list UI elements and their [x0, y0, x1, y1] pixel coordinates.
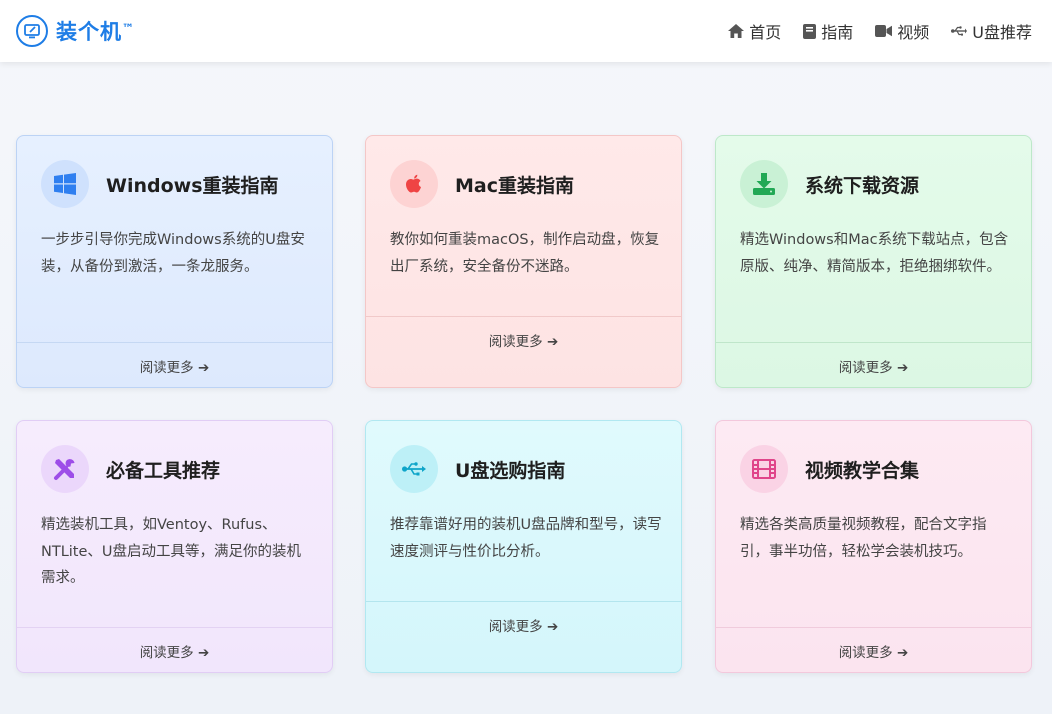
card-system-downloads[interactable]: 系统下载资源 精选Windows和Mac系统下载站点，包含原版、纯净、精简版本，…	[715, 135, 1032, 388]
tools-icon	[41, 445, 89, 493]
read-more-label: 阅读更多 ➔	[838, 360, 909, 376]
card-description: 一步步引导你完成Windows系统的U盘安装，从备份到激活，一条龙服务。	[41, 232, 305, 275]
read-more-link[interactable]: 阅读更多 ➔	[17, 342, 332, 387]
read-more-label: 阅读更多 ➔	[838, 645, 909, 661]
book-icon	[803, 23, 817, 39]
card-title: 视频教学合集	[805, 459, 920, 482]
home-icon	[728, 24, 745, 38]
usb-icon	[951, 26, 968, 36]
card-description: 精选Windows和Mac系统下载站点，包含原版、纯净、精简版本，拒绝捆绑软件。	[740, 232, 1009, 275]
card-title: U盘选购指南	[455, 459, 566, 482]
download-icon	[740, 160, 788, 208]
nav-item-guide[interactable]: 指南	[803, 19, 853, 43]
brand-logo-link[interactable]: 装个机™	[16, 15, 134, 47]
read-more-label: 阅读更多 ➔	[139, 645, 210, 661]
read-more-link[interactable]: 阅读更多 ➔	[17, 627, 332, 672]
nav-label: 指南	[821, 23, 854, 42]
read-more-link[interactable]: 阅读更多 ➔	[716, 627, 1031, 672]
card-title: Windows重装指南	[106, 174, 279, 197]
card-video-tutorials[interactable]: 视频教学合集 精选各类高质量视频教程，配合文字指引，事半功倍，轻松学会装机技巧。…	[715, 420, 1032, 673]
nav-item-usb[interactable]: U盘推荐	[951, 19, 1032, 43]
read-more-label: 阅读更多 ➔	[139, 360, 210, 376]
read-more-link[interactable]: 阅读更多 ➔	[716, 342, 1031, 387]
brand-name: 装个机™	[56, 16, 134, 46]
card-title: 系统下载资源	[805, 174, 920, 197]
nav-label: 视频	[897, 23, 930, 42]
card-windows-guide[interactable]: Windows重装指南 一步步引导你完成Windows系统的U盘安装，从备份到激…	[16, 135, 333, 388]
card-mac-guide[interactable]: Mac重装指南 教你如何重装macOS，制作启动盘，恢复出厂系统，安全备份不迷路…	[365, 135, 682, 388]
card-usb-guide[interactable]: U盘选购指南 推荐靠谱好用的装机U盘品牌和型号，读写速度测评与性价比分析。 阅读…	[365, 420, 682, 673]
nav-label: 首页	[749, 23, 782, 42]
card-description: 精选各类高质量视频教程，配合文字指引，事半功倍，轻松学会装机技巧。	[740, 517, 987, 560]
windows-logo-icon	[41, 160, 89, 208]
read-more-link[interactable]: 阅读更多 ➔	[366, 316, 681, 387]
nav-item-video[interactable]: 视频	[875, 19, 929, 43]
trademark-mark: ™	[122, 21, 134, 36]
top-navbar: 装个机™ 首页 指南 视频 U盘推荐	[0, 0, 1052, 62]
nav-label: U盘推荐	[972, 23, 1032, 42]
usb-icon	[390, 445, 438, 493]
read-more-link[interactable]: 阅读更多 ➔	[366, 601, 681, 672]
card-description: 教你如何重装macOS，制作启动盘，恢复出厂系统，安全备份不迷路。	[390, 232, 660, 275]
read-more-label: 阅读更多 ➔	[488, 619, 559, 635]
card-tools[interactable]: 必备工具推荐 精选装机工具，如Ventoy、Rufus、NTLite、U盘启动工…	[16, 420, 333, 673]
apple-logo-icon	[390, 160, 438, 208]
card-description: 精选装机工具，如Ventoy、Rufus、NTLite、U盘启动工具等，满足你的…	[41, 517, 302, 586]
brand-text: 装个机	[56, 20, 122, 44]
video-camera-icon	[875, 25, 893, 37]
card-title: 必备工具推荐	[106, 459, 221, 482]
main-nav: 首页 指南 视频 U盘推荐	[728, 19, 1032, 43]
card-title: Mac重装指南	[455, 174, 574, 197]
film-icon	[740, 445, 788, 493]
read-more-label: 阅读更多 ➔	[488, 334, 559, 350]
nav-item-home[interactable]: 首页	[728, 19, 781, 43]
card-description: 推荐靠谱好用的装机U盘品牌和型号，读写速度测评与性价比分析。	[390, 517, 662, 560]
monitor-edit-icon	[16, 15, 48, 47]
